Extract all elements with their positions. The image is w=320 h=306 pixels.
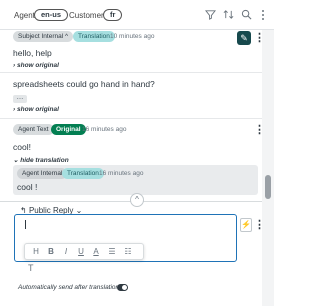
composer-menu-icon[interactable]: ⋮ — [254, 220, 265, 231]
hide-translation-link[interactable]: ⌄ hide translation — [13, 156, 69, 164]
customer-language-label: Customer: — [69, 11, 106, 20]
show-original-link[interactable]: › show original — [13, 62, 59, 69]
bot-avatar-icon: ✎ — [237, 31, 251, 45]
original-badge: Original — [51, 124, 86, 135]
message-body-cutoff: ________________________________________ — [13, 70, 243, 73]
timestamp: 10 minutes ago — [110, 33, 155, 40]
agent-internal-badge: Agent Internal — [17, 168, 68, 179]
macro-lightning-icon[interactable]: ⚡ — [240, 218, 252, 232]
kebab-menu-icon[interactable] — [257, 9, 269, 21]
underline-icon[interactable]: U — [76, 247, 86, 257]
agent-language-pill[interactable]: en-us — [34, 9, 69, 21]
numbered-list-icon[interactable]: ☷ — [123, 247, 133, 257]
agent-text-badge: Agent Text — [13, 124, 54, 135]
collapse-composer-button[interactable]: ^ — [130, 193, 144, 207]
message-body: spreadsheets could go hand in hand? — [13, 79, 155, 89]
auto-send-label: Automatically send after translation — [18, 284, 120, 291]
expand-ellipsis-button[interactable]: ... — [13, 93, 27, 103]
bold-icon[interactable]: B — [46, 247, 56, 257]
message-body: cool! — [13, 142, 31, 152]
formatting-toolbar: H B I U A ☰ ☷ — [24, 243, 144, 260]
message-menu-icon[interactable]: ⋮ — [254, 125, 265, 136]
message-menu-icon[interactable]: ⋮ — [254, 33, 265, 44]
auto-send-toggle[interactable] — [117, 284, 128, 291]
scrollbar-track[interactable] — [262, 30, 274, 306]
scrollbar-thumb[interactable] — [265, 175, 271, 199]
sort-icon[interactable] — [222, 9, 234, 21]
chevron-up-icon: ^ — [64, 33, 69, 40]
italic-icon[interactable]: I — [61, 247, 71, 257]
timestamp: 16 minutes ago — [99, 170, 144, 177]
conversation-header: Agent: en-us Customer: fr — [0, 0, 274, 30]
text-color-icon[interactable]: A — [91, 247, 101, 257]
search-icon[interactable] — [240, 9, 252, 21]
text-caret — [25, 220, 26, 229]
bullet-list-icon[interactable]: ☰ — [107, 247, 117, 257]
subject-internal-badge[interactable]: Subject Internal ^ — [13, 31, 74, 42]
message-body: hello, help — [13, 48, 52, 58]
timestamp: 16 minutes ago — [82, 126, 127, 133]
show-original-link[interactable]: › show original — [13, 106, 59, 113]
heading-icon[interactable]: H — [31, 247, 41, 257]
filter-icon[interactable] — [204, 9, 216, 21]
translated-message-body: cool ! — [17, 182, 38, 192]
customer-language-pill[interactable]: fr — [103, 9, 123, 21]
format-toggle-icon[interactable]: T — [28, 263, 34, 273]
translation-badge: Translation — [62, 168, 104, 179]
divider — [0, 118, 262, 119]
translation-badge: Translation — [73, 31, 115, 42]
